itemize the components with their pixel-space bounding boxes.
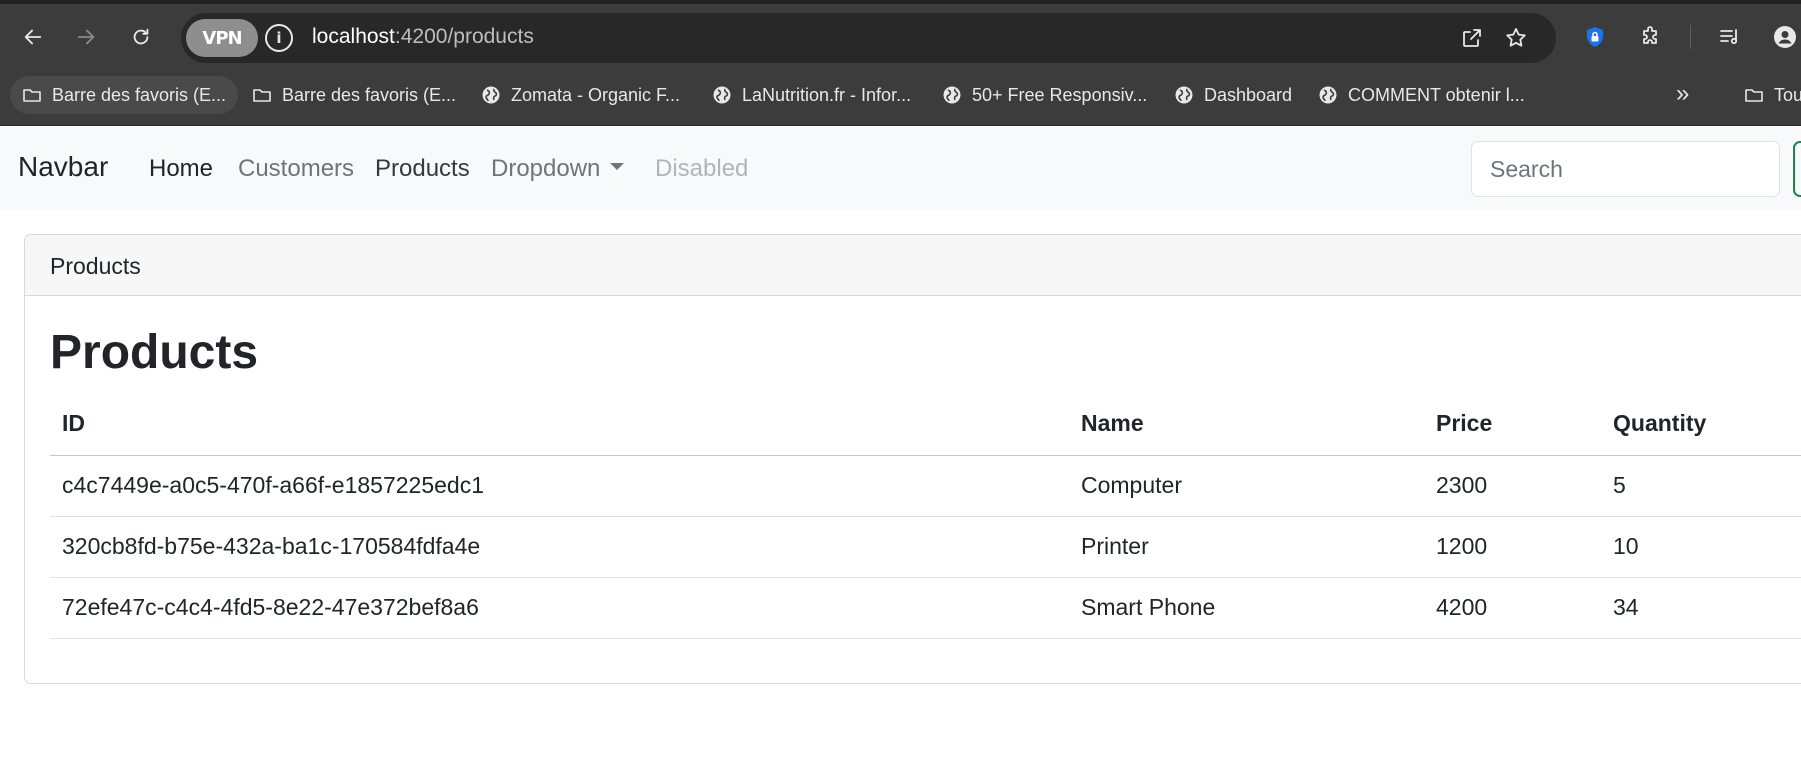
search-input[interactable]	[1471, 141, 1780, 197]
bookmark-label: Zomata - Organic F...	[511, 84, 681, 105]
tab-strip-edge	[0, 0, 1801, 4]
bookmark-label: COMMENT obtenir l...	[1348, 84, 1525, 105]
site-info-icon[interactable]: i	[265, 24, 293, 52]
bookmark-comment-obtenir[interactable]: COMMENT obtenir l...	[1306, 76, 1537, 114]
nav-link-disabled: Disabled	[655, 155, 749, 182]
reading-list-button[interactable]	[1715, 22, 1745, 52]
navbar: Navbar Home Customers Products Dropdown …	[0, 127, 1801, 210]
navbar-brand[interactable]: Navbar	[18, 151, 108, 183]
nav-link-home[interactable]: Home	[149, 155, 213, 183]
cell-quantity: 10	[1601, 516, 1801, 578]
folder-icon	[22, 85, 42, 105]
search-button[interactable]	[1793, 141, 1801, 197]
puzzle-icon	[1643, 26, 1657, 44]
profile-icon	[1774, 26, 1796, 48]
cell-quantity: 5	[1601, 455, 1801, 517]
column-header-price: Price	[1424, 393, 1601, 456]
cell-id: c4c7449e-a0c5-470f-a66f-e1857225edc1	[50, 455, 1069, 517]
shield-lock-icon	[1587, 27, 1603, 47]
address-bar[interactable]: VPN i localhost:4200/products	[181, 13, 1556, 63]
url-host: localhost	[312, 25, 395, 48]
bookmark-folder-2[interactable]: Barre des favoris (E...	[240, 76, 468, 114]
card-header: Products	[25, 235, 1801, 296]
nav-dropdown[interactable]: Dropdown	[491, 155, 625, 183]
back-button[interactable]	[18, 22, 48, 52]
extensions-button[interactable]	[1636, 22, 1666, 52]
bookmark-label: Dashboard	[1204, 84, 1293, 105]
share-icon	[1463, 29, 1481, 47]
share-button[interactable]	[1458, 24, 1486, 52]
bookmark-lanutrition[interactable]: LaNutrition.fr - Infor...	[700, 76, 923, 114]
caret-down-icon	[610, 163, 625, 171]
password-manager-button[interactable]	[1580, 22, 1610, 52]
cell-id: 320cb8fd-b75e-432a-ba1c-170584fdfa4e	[50, 516, 1069, 578]
cell-price: 1200	[1424, 516, 1601, 578]
nav-link-products[interactable]: Products	[375, 155, 470, 183]
table-row: c4c7449e-a0c5-470f-a66f-e1857225edc1 Com…	[50, 455, 1801, 517]
cell-price: 2300	[1424, 455, 1601, 517]
bookmark-folder-other[interactable]: Tou	[1732, 76, 1801, 114]
forward-button[interactable]	[71, 22, 101, 52]
reload-icon	[133, 28, 149, 45]
bookmark-label: Barre des favoris (E...	[52, 84, 227, 105]
cell-id: 72efe47c-c4c4-4fd5-8e22-47e372bef8a6	[50, 577, 1069, 639]
media-queue-icon	[1720, 29, 1738, 45]
star-icon	[1506, 28, 1526, 47]
column-header-id: ID	[50, 393, 1069, 456]
globe-icon	[942, 85, 962, 105]
url-text[interactable]: localhost:4200/products	[312, 25, 534, 49]
bookmark-folder-1[interactable]: Barre des favoris (E...	[10, 76, 239, 114]
bookmark-dashboard[interactable]: Dashboard	[1162, 76, 1304, 114]
cell-price: 4200	[1424, 577, 1601, 639]
folder-icon	[1744, 85, 1764, 105]
forward-arrow-icon	[77, 29, 95, 45]
bookmark-label: Tou	[1774, 84, 1801, 105]
nav-dropdown-label: Dropdown	[491, 155, 601, 182]
reload-button[interactable]	[126, 22, 156, 52]
bookmark-label: Barre des favoris (E...	[282, 84, 457, 105]
bookmark-free-responsive[interactable]: 50+ Free Responsiv...	[930, 76, 1159, 114]
bookmark-star-button[interactable]	[1502, 24, 1530, 52]
cell-name: Computer	[1069, 455, 1424, 517]
folder-icon	[252, 85, 272, 105]
table-row: 320cb8fd-b75e-432a-ba1c-170584fdfa4e Pri…	[50, 516, 1801, 578]
url-path: :4200/products	[394, 25, 534, 48]
table-row: 72efe47c-c4c4-4fd5-8e22-47e372bef8a6 Sma…	[50, 577, 1801, 639]
products-table: ID Name Price Quantity c4c7449e-a0c5-470…	[50, 393, 1801, 639]
column-header-name: Name	[1069, 393, 1424, 456]
card-header-title: Products	[50, 253, 141, 279]
back-arrow-icon	[24, 29, 42, 45]
bookmarks-bar: Barre des favoris (E... Barre des favori…	[0, 68, 1801, 126]
table-header-row: ID Name Price Quantity	[50, 393, 1801, 456]
globe-icon	[481, 85, 501, 105]
nav-link-customers[interactable]: Customers	[238, 155, 354, 183]
page-title: Products	[50, 326, 259, 379]
vpn-button[interactable]: VPN	[186, 19, 258, 57]
bookmark-label: 50+ Free Responsiv...	[972, 84, 1148, 105]
bookmark-label: LaNutrition.fr - Infor...	[742, 84, 912, 105]
browser-toolbar: VPN i localhost:4200/products	[0, 0, 1801, 68]
column-header-quantity: Quantity	[1601, 393, 1801, 456]
globe-icon	[1174, 85, 1194, 105]
more-bookmarks-chevron-icon[interactable]: »	[1676, 80, 1689, 108]
cell-quantity: 34	[1601, 577, 1801, 639]
bookmark-zomata[interactable]: Zomata - Organic F...	[469, 76, 692, 114]
toolbar-divider	[1690, 25, 1691, 49]
globe-icon	[712, 85, 732, 105]
globe-icon	[1318, 85, 1338, 105]
cell-name: Printer	[1069, 516, 1424, 578]
profile-button[interactable]	[1770, 22, 1800, 52]
products-card: Products Products ID Name Price Quantity…	[24, 234, 1801, 684]
cell-name: Smart Phone	[1069, 577, 1424, 639]
